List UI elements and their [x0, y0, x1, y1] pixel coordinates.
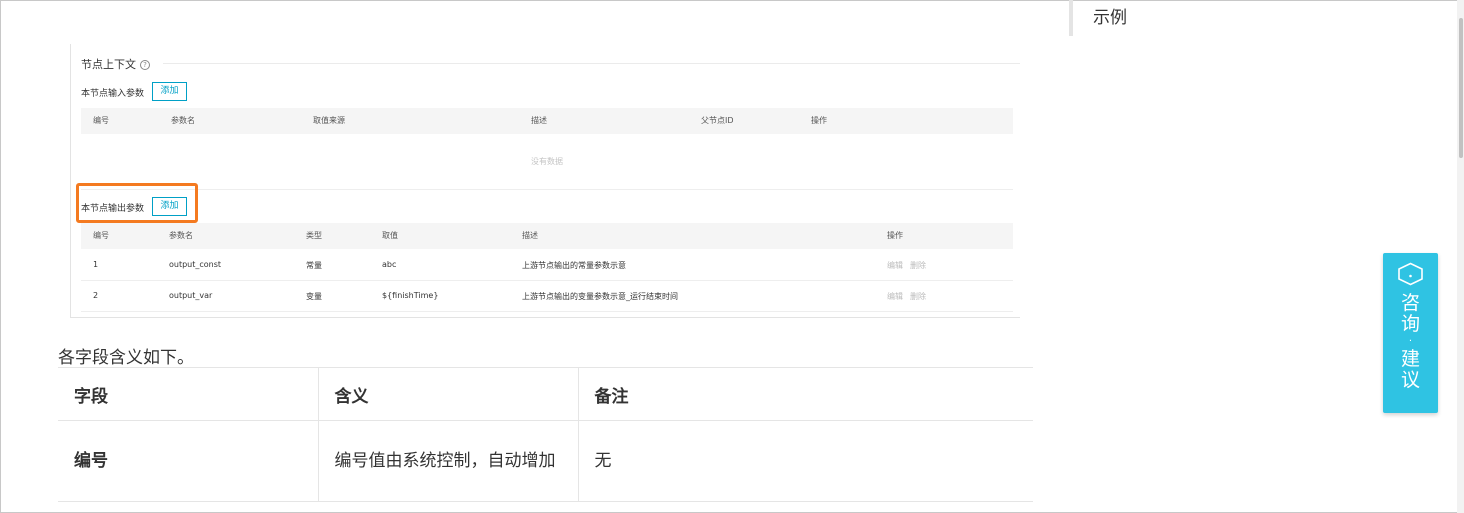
divider [163, 63, 1020, 64]
edit-link[interactable]: 编辑 [887, 291, 903, 302]
column-header: 描述 [531, 116, 547, 125]
column-header: 取值来源 [313, 116, 345, 125]
column-header: 取值 [382, 231, 398, 240]
row-id: 2 [93, 291, 99, 300]
row-type: 常量 [306, 261, 322, 270]
add-input-param-button[interactable]: 添加 [152, 82, 187, 101]
field-cell: 编号 [58, 420, 318, 502]
column-header: 编号 [93, 116, 109, 125]
row-value: abc [382, 260, 397, 269]
output-params-table-header: 编号 参数名 类型 取值 描述 操作 [81, 223, 1013, 249]
row-param-name: output_const [169, 260, 222, 269]
row-value: ${finishTime} [382, 291, 439, 300]
divider [81, 189, 1013, 190]
column-header: 备注 [577, 367, 1033, 421]
scrollbar-thumb[interactable] [1459, 18, 1463, 158]
row-param-name: output_var [169, 291, 213, 300]
column-header: 参数名 [171, 116, 195, 125]
consult-label: 咨询 · 建议 [1400, 292, 1420, 391]
table-header-row: 字段 含义 备注 [58, 367, 1033, 421]
highlight-box [76, 183, 198, 223]
column-header: 含义 [317, 367, 578, 421]
table-row: 编号 编号值由系统控制，自动增加 无 [58, 420, 1033, 502]
column-header: 描述 [522, 231, 538, 240]
delete-link[interactable]: 删除 [910, 291, 926, 302]
edit-link[interactable]: 编辑 [887, 260, 903, 271]
field-description-table: 字段 含义 备注 编号 编号值由系统控制，自动增加 无 [58, 367, 1033, 502]
row-type: 变量 [306, 292, 322, 301]
input-params-label: 本节点输入参数 [81, 89, 145, 99]
row-description: 上游节点输出的变量参数示意_运行结束时间 [522, 292, 678, 301]
paragraph: 各字段含义如下。 [58, 348, 194, 368]
toc-item-example[interactable]: 示例 [1093, 3, 1127, 28]
divider [81, 311, 1013, 312]
column-header: 操作 [887, 231, 903, 240]
context-title: 节点上下文? [81, 56, 150, 72]
consult-suggest-button[interactable]: 咨询 · 建议 [1383, 253, 1438, 413]
empty-state: 没有数据 [531, 157, 563, 166]
note-cell: 无 [577, 420, 1033, 502]
divider [81, 280, 1013, 281]
help-icon: ? [140, 60, 150, 70]
column-header: 参数名 [169, 231, 193, 240]
meaning-cell: 编号值由系统控制，自动增加 [317, 420, 578, 502]
row-description: 上游节点输出的常量参数示意 [522, 261, 626, 270]
column-header: 父节点ID [701, 116, 734, 125]
node-context-screenshot: 节点上下文? 本节点输入参数 添加 编号 参数名 取值来源 描述 父节点ID 操… [70, 44, 1020, 318]
row-id: 1 [93, 260, 99, 269]
chat-hexagon-icon [1398, 262, 1423, 286]
column-header: 编号 [93, 231, 109, 240]
column-header: 操作 [811, 116, 827, 125]
column-header: 类型 [306, 231, 322, 240]
delete-link[interactable]: 删除 [910, 260, 926, 271]
column-header: 字段 [58, 367, 318, 421]
toc-indicator [1069, 0, 1073, 36]
input-params-table-header: 编号 参数名 取值来源 描述 父节点ID 操作 [81, 108, 1013, 134]
